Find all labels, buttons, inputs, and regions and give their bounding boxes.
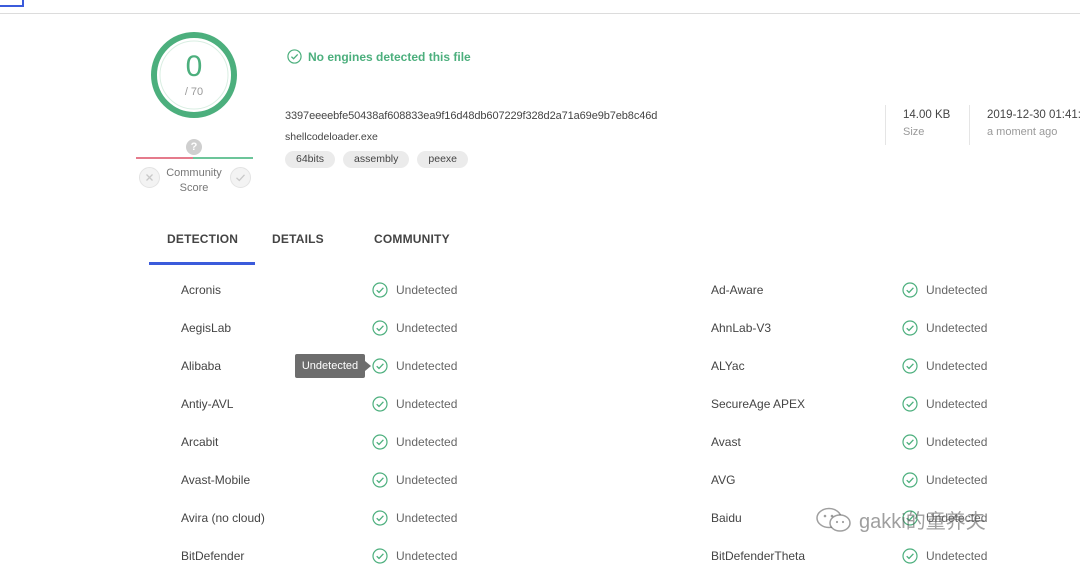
community-score-negative-bar	[136, 157, 193, 159]
check-circle-icon	[902, 320, 918, 336]
engine-result-text: Undetected	[396, 321, 458, 335]
engine-result-text: Undetected	[926, 473, 988, 487]
vote-harmless-button[interactable]	[230, 167, 251, 188]
last-analysis-date: 2019-12-30 01:41:0	[987, 109, 1080, 121]
engine-name: Avira (no cloud)	[181, 511, 265, 525]
engine-result: Undetected	[902, 434, 987, 450]
engine-result-text: Undetected	[396, 511, 458, 525]
engine-result: Undetected	[372, 320, 457, 336]
tooltip: Undetected	[295, 354, 371, 378]
engine-result: Undetected	[902, 320, 987, 336]
engine-result-text: Undetected	[926, 549, 988, 563]
engine-name: ALYac	[711, 359, 745, 373]
engine-name: BitDefender	[181, 549, 245, 563]
engine-name: SecureAge APEX	[711, 397, 806, 411]
tab-community[interactable]: COMMUNITY	[374, 232, 450, 246]
engine-result-text: Undetected	[926, 397, 988, 411]
check-circle-icon	[902, 548, 918, 564]
watermark-text: gakki的童养夫	[859, 511, 986, 533]
tab-detection[interactable]: DETECTION	[167, 232, 238, 246]
engine-result-text: Undetected	[926, 283, 988, 297]
engine-name: Avast-Mobile	[181, 473, 251, 487]
active-tab-indicator	[149, 262, 255, 265]
watermark: gakki的童养夫	[815, 505, 986, 534]
check-circle-icon	[372, 510, 388, 526]
engine-result-text: Undetected	[926, 321, 988, 335]
divider	[885, 105, 886, 145]
check-circle-icon	[372, 396, 388, 412]
engine-result: Undetected	[372, 358, 457, 374]
check-circle-icon	[902, 282, 918, 298]
community-score-label: Community Score	[166, 167, 222, 194]
engine-name: AhnLab-V3	[711, 321, 772, 335]
engine-name: AVG	[711, 473, 736, 487]
tag-assembly[interactable]: assembly	[343, 151, 410, 168]
engine-name: Arcabit	[181, 435, 219, 449]
check-circle-icon	[902, 358, 918, 374]
check-icon	[236, 174, 245, 182]
engine-name: Avast	[711, 435, 741, 449]
engine-result-text: Undetected	[396, 473, 458, 487]
engine-name: AegisLab	[181, 321, 232, 335]
check-circle-icon	[372, 548, 388, 564]
engine-name: Ad-Aware	[711, 283, 764, 297]
engine-result-text: Undetected	[396, 549, 458, 563]
engine-result-text: Undetected	[926, 359, 988, 373]
check-circle-icon	[287, 49, 302, 64]
engine-result: Undetected	[372, 434, 457, 450]
engine-result: Undetected	[372, 396, 457, 412]
engine-result: Undetected	[902, 358, 987, 374]
file-name: shellcodeloader.exe	[285, 131, 378, 143]
tag-64bits[interactable]: 64bits	[285, 151, 336, 168]
check-circle-icon	[902, 472, 918, 488]
close-icon	[146, 174, 153, 181]
engine-name: Baidu	[711, 511, 742, 525]
wechat-icon	[816, 507, 851, 532]
engine-name: BitDefenderTheta	[711, 549, 806, 563]
tag-peexe[interactable]: peexe	[417, 151, 468, 168]
detection-total: / 70	[184, 86, 204, 98]
detection-status: No engines detected this file	[287, 49, 471, 64]
last-analysis-relative: a moment ago	[987, 126, 1058, 138]
detection-status-text: No engines detected this file	[308, 49, 471, 64]
check-circle-icon	[372, 472, 388, 488]
engine-name: Acronis	[181, 283, 222, 297]
question-icon: ?	[186, 139, 202, 155]
check-circle-icon	[372, 320, 388, 336]
detection-score: 0	[185, 50, 203, 83]
check-circle-icon	[902, 396, 918, 412]
check-circle-icon	[372, 358, 388, 374]
engine-result: Undetected	[902, 396, 987, 412]
engine-result: Undetected	[902, 282, 987, 298]
vote-harmful-button[interactable]	[139, 167, 160, 188]
tab-details[interactable]: DETAILS	[272, 232, 324, 246]
engine-result-text: Undetected	[396, 397, 458, 411]
check-circle-icon	[372, 282, 388, 298]
engine-result: Undetected	[372, 282, 457, 298]
file-hash[interactable]: 3397eeeebfe50438af608833ea9f16d48db60722…	[285, 110, 657, 122]
engine-result: Undetected	[372, 472, 457, 488]
engine-result-text: Undetected	[396, 283, 458, 297]
top-left-logo-edge	[0, 0, 24, 7]
engine-name: Alibaba	[181, 359, 222, 373]
file-size-value: 14.00 KB	[903, 109, 951, 121]
engine-result: Undetected	[372, 510, 457, 526]
check-circle-icon	[902, 434, 918, 450]
top-bar	[0, 0, 1080, 14]
engine-result-text: Undetected	[926, 435, 988, 449]
engine-name: Antiy-AVL	[181, 397, 234, 411]
engine-result-text: Undetected	[396, 359, 458, 373]
engine-result: Undetected	[902, 472, 987, 488]
community-score-positive-bar	[193, 157, 253, 159]
engine-result-text: Undetected	[396, 435, 458, 449]
divider	[969, 105, 970, 145]
file-tags: 64bits assembly peexe	[285, 151, 468, 168]
file-size-label: Size	[903, 126, 925, 138]
engine-result: Undetected	[372, 548, 457, 564]
engine-result: Undetected	[902, 548, 987, 564]
check-circle-icon	[372, 434, 388, 450]
